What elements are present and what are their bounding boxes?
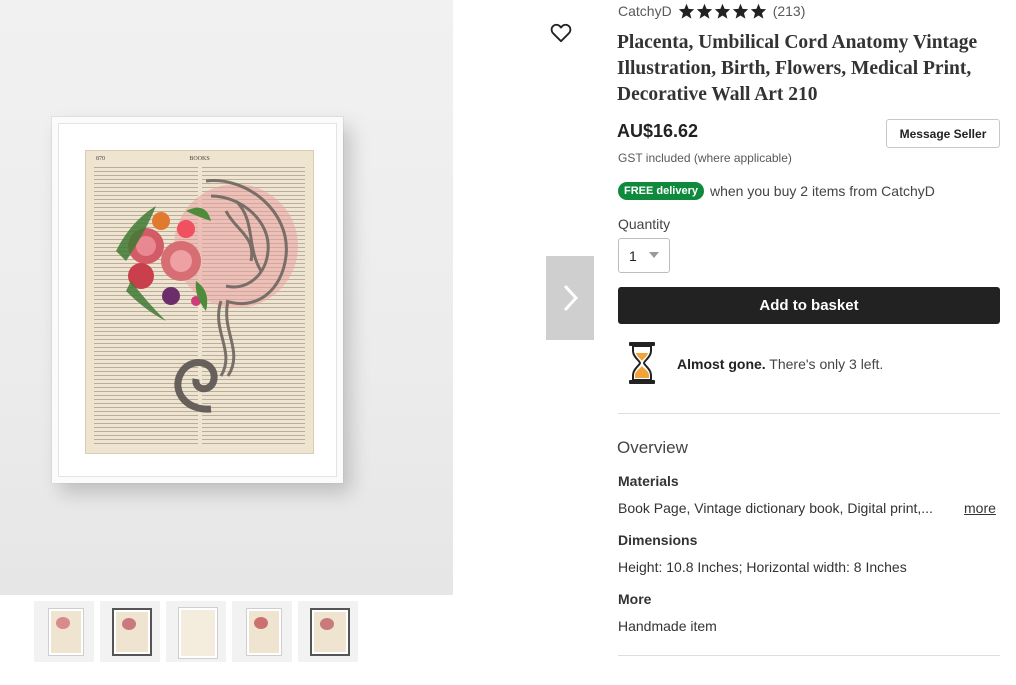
favorite-button[interactable]	[547, 19, 575, 47]
shop-rating-line: CatchyD (213)	[618, 3, 805, 19]
thumbnail-strip	[34, 601, 358, 663]
materials-label: Materials	[618, 473, 679, 489]
caret-down-icon	[649, 252, 659, 258]
materials-more-link[interactable]: more	[964, 500, 996, 516]
materials-value: Book Page, Vintage dictionary book, Digi…	[618, 500, 933, 516]
star-icon	[732, 3, 748, 19]
add-to-basket-button[interactable]: Add to basket	[618, 287, 1000, 324]
stock-notice: Almost gone. There's only 3 left.	[677, 356, 883, 372]
quantity-label: Quantity	[618, 216, 671, 232]
book-page-print: 870 BOOKS	[85, 150, 314, 454]
star-icon	[678, 3, 694, 19]
thumbnail-5[interactable]	[298, 601, 358, 662]
chevron-right-icon	[563, 284, 579, 312]
thumbnail-1[interactable]	[34, 601, 94, 662]
main-product-image[interactable]: 870 BOOKS	[0, 0, 453, 595]
placenta-illustration	[116, 179, 298, 413]
star-icon	[750, 3, 766, 19]
rating-stars[interactable]	[678, 3, 767, 19]
more-label: More	[618, 591, 652, 607]
overview-heading: Overview	[617, 438, 688, 457]
heart-icon	[550, 23, 572, 43]
more-value: Handmade item	[618, 618, 717, 634]
picture-frame: 870 BOOKS	[52, 117, 343, 483]
delivery-info: FREE delivery when you buy 2 items from …	[618, 182, 935, 200]
quantity-select[interactable]: 1	[618, 238, 670, 273]
review-count[interactable]: (213)	[773, 3, 806, 19]
star-icon	[714, 3, 730, 19]
divider	[618, 655, 1000, 656]
thumbnail-2[interactable]	[100, 601, 160, 662]
dimensions-value: Height: 10.8 Inches; Horizontal width: 8…	[618, 559, 907, 575]
stock-text: There's only 3 left.	[765, 356, 884, 372]
product-price: AU$16.62	[617, 121, 699, 141]
shop-name-link[interactable]: CatchyD	[618, 3, 672, 19]
delivery-text: when you buy 2 items from CatchyD	[709, 183, 935, 199]
free-delivery-badge: FREE delivery	[618, 182, 704, 200]
divider	[618, 413, 1000, 414]
hourglass-icon	[629, 342, 655, 384]
quantity-value: 1	[629, 247, 637, 264]
dimensions-label: Dimensions	[618, 532, 698, 548]
thumbnail-4[interactable]	[232, 601, 292, 662]
message-seller-button[interactable]: Message Seller	[886, 119, 1000, 148]
star-icon	[696, 3, 712, 19]
next-image-button[interactable]	[546, 256, 594, 340]
thumbnail-3[interactable]	[166, 601, 226, 662]
stock-bold: Almost gone.	[677, 356, 766, 372]
gst-note: GST included (where applicable)	[618, 151, 792, 165]
product-title: Placenta, Umbilical Cord Anatomy Vintage…	[617, 32, 978, 105]
